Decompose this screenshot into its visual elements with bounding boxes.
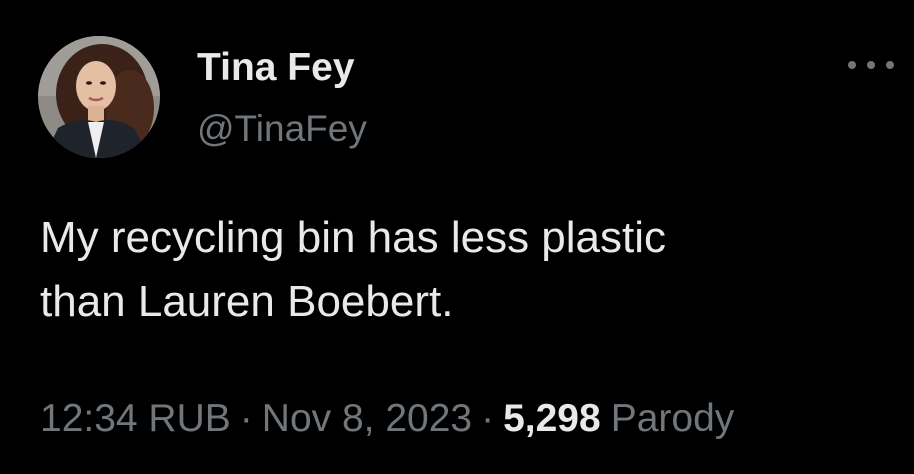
more-dots-icon [886,61,894,69]
author-display-name[interactable]: Tina Fey [197,46,355,90]
tweet-text-line: than Lauren Boebert. [40,277,454,326]
tweet-meta: 12:34 RUB · Nov 8, 2023 · 5,298 Parody [40,396,734,442]
tweet-text-line: My recycling bin has less plastic [40,213,667,262]
tweet-text: My recycling bin has less plastic than L… [40,206,890,334]
avatar-photo [38,36,160,158]
more-dots-icon [867,61,875,69]
view-count: 5,298 [503,397,601,440]
avatar[interactable] [38,36,160,158]
tweet-date[interactable]: Nov 8, 2023 [262,397,472,440]
meta-separator: · [239,397,253,440]
more-options-button[interactable] [848,52,894,78]
author-handle[interactable]: @TinaFey [197,108,367,150]
tweet-time[interactable]: 12:34 RUB [40,397,231,440]
view-count-label: Parody [610,397,735,440]
more-dots-icon [848,61,856,69]
meta-separator: · [481,397,495,440]
tweet: Tina Fey @TinaFey My recycling bin has l… [0,0,914,474]
